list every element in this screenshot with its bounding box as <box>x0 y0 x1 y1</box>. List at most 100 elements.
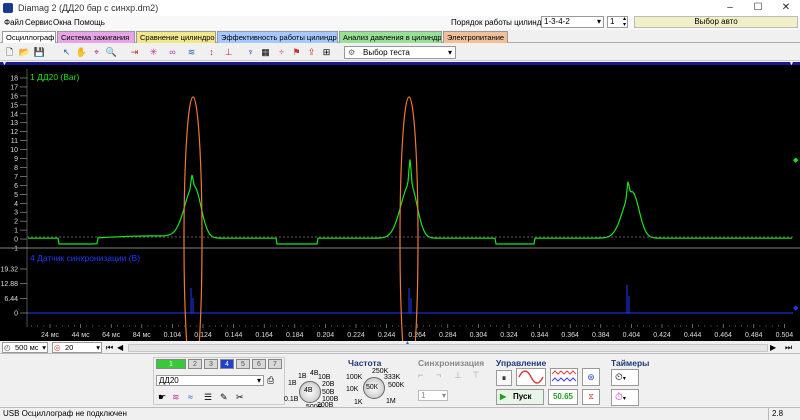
zero-icon[interactable]: ↕ <box>205 46 218 59</box>
tab-power[interactable]: Электропитание <box>443 31 508 43</box>
save-icon[interactable]: 💾 <box>33 46 46 59</box>
x-tick-label: 0.264 <box>408 332 426 339</box>
zero-level-icon[interactable]: ⊥ <box>222 46 235 59</box>
sensor-settings-icon[interactable]: ⎙ <box>267 375 274 386</box>
x-tick-label: 0.104 <box>164 332 182 339</box>
filter-icon[interactable]: ≋ <box>172 392 180 403</box>
test-select[interactable]: ⚙ Выбор теста ▾ <box>344 46 456 59</box>
sensor-name: ДД20 <box>159 376 179 385</box>
export-icon[interactable]: ⇪ <box>305 46 318 59</box>
close-icon[interactable]: ✕ <box>772 1 800 15</box>
cylinder-spin-input[interactable]: 1 ▴ ▾ <box>607 16 628 28</box>
sync-channel-select[interactable]: 1 ▾ <box>418 390 448 401</box>
scroll-right-icon[interactable]: ▶ <box>770 343 776 352</box>
zoom-select[interactable]: ◎ 20 ▾ <box>52 342 102 353</box>
scroll-last-icon[interactable]: ⏭ <box>785 343 792 353</box>
waves-icon[interactable]: ≋ <box>185 46 198 59</box>
frequency-knob[interactable]: 50К 100K 250K 333K 500K 1M 1K 10K <box>346 368 404 408</box>
y-tick-label: 1 <box>14 228 18 235</box>
sync-auto-icon[interactable]: ⊥ <box>454 370 462 381</box>
list-icon[interactable]: ☰ <box>204 392 212 403</box>
channel-button-7[interactable]: 7 <box>268 359 282 369</box>
channel-button-2[interactable]: 2 <box>188 359 202 369</box>
x-tick-label: 0.244 <box>378 332 396 339</box>
y-tick-label: 3 <box>14 210 18 217</box>
y-tick-label: 0 <box>14 237 18 244</box>
tab-pressure-analysis[interactable]: Анализ давления в цилиндре <box>339 31 442 43</box>
menu-windows[interactable]: Окна <box>53 18 72 27</box>
menu-service[interactable]: Сервис <box>25 18 52 27</box>
channel-button-5[interactable]: 5 <box>236 359 250 369</box>
cursor-marker-icon[interactable]: ♆ <box>244 46 257 59</box>
invert-icon[interactable]: ≈ <box>188 392 193 402</box>
cylinder-order-select[interactable]: 1-3-4-2 ▾ <box>541 16 604 28</box>
range-knob[interactable]: 4В 1В 4В 10В 20В 50В 100В 200В 500В 0.1В… <box>284 370 338 411</box>
maximize-icon[interactable]: ☐ <box>744 1 772 15</box>
zoom-value: 20 <box>65 343 74 352</box>
horizontal-scrollbar[interactable] <box>128 344 768 352</box>
window-title: Diamag 2 (ДД20 бар с синхр.dm2) <box>18 3 159 13</box>
scroll-left-icon[interactable]: ◀ <box>117 343 123 352</box>
oscillogram-plot[interactable]: 18 17 16 15 14 13 12 11 10 9 8 7 6 5 4 3 2 1 0 -1 19.32 12.8… <box>0 62 800 342</box>
chevron-down-icon: ▾ <box>256 376 261 385</box>
zoom-icon[interactable]: 🔍 <box>105 46 118 59</box>
flag-icon[interactable]: ⚑ <box>290 46 303 59</box>
select-auto-button[interactable]: Выбор авто <box>634 16 798 28</box>
run-button[interactable]: ▶ Пуск <box>496 389 544 405</box>
y-tick-label: 7 <box>14 174 18 181</box>
tab-oscilloscope[interactable]: Осциллограф <box>2 31 56 43</box>
channel-button-6[interactable]: 6 <box>252 359 266 369</box>
minimize-icon[interactable]: – <box>716 1 744 15</box>
overlay-icon[interactable]: ∞ <box>166 46 179 59</box>
splitter-handle-icon[interactable]: ▴ <box>406 339 409 346</box>
x-tick-label: 84 мс <box>133 332 152 339</box>
y-tick-label: 10 <box>10 147 18 154</box>
svg-text:◆: ◆ <box>793 305 799 312</box>
range-label: 1В <box>288 380 297 387</box>
channel-button-1[interactable]: 1 <box>156 359 186 369</box>
frequency-label: 1M <box>386 398 396 405</box>
menu-file[interactable]: Файл <box>4 18 24 27</box>
cursor-icon[interactable]: ↖ <box>60 46 73 59</box>
x-tick-label: 0.224 <box>347 332 365 339</box>
sync-button-icon[interactable]: ⧖ <box>582 389 600 405</box>
split-icon[interactable]: ÷ <box>275 46 288 59</box>
sine-mode-button[interactable] <box>516 368 546 386</box>
align-icon[interactable]: ⇥ <box>128 46 141 59</box>
x-tick-label: 0.404 <box>623 332 641 339</box>
grid-icon[interactable]: ⊞ <box>320 46 333 59</box>
tools-icon[interactable]: ✂ <box>236 392 244 403</box>
tab-cylinder-efficiency[interactable]: Эффективность работы цилиндров <box>217 31 338 43</box>
timer-2-button[interactable]: ⏱▾ <box>611 389 639 406</box>
brush-icon[interactable]: ✎ <box>220 392 228 403</box>
time-scale-value: 500 мс <box>15 343 39 352</box>
channel1-label: 1 ДД20 (Bar) <box>30 72 79 82</box>
probe-icon[interactable]: ☛ <box>158 392 166 403</box>
table-icon[interactable]: ▦ <box>259 46 272 59</box>
new-file-icon[interactable]: 🗋 <box>3 46 16 59</box>
record-icon[interactable]: ⊛ <box>582 368 600 386</box>
sync-fall-icon[interactable]: ¬ <box>436 370 441 380</box>
open-file-icon[interactable]: 📂 <box>18 46 31 59</box>
channel-button-4[interactable]: 4 <box>220 359 234 369</box>
markers-icon[interactable]: ✳ <box>147 46 160 59</box>
pause-icon[interactable]: ⏸ <box>496 370 512 386</box>
y-tick-label: 18 <box>10 76 18 83</box>
menu-help[interactable]: Помощь <box>74 18 105 27</box>
range-knob-value: 4В <box>304 387 313 394</box>
zoom-region-icon[interactable]: ⌖ <box>90 46 103 59</box>
svg-text:▼: ▼ <box>789 62 794 67</box>
sensor-select[interactable]: ДД20 ▾ <box>156 375 264 386</box>
hand-icon[interactable]: ✋ <box>75 46 88 59</box>
time-scale-select[interactable]: ◴ 500 мс ▾ <box>2 342 48 353</box>
frequency-readout: 50.65 <box>548 389 578 405</box>
multi-wave-button[interactable] <box>550 368 578 386</box>
sync-rise-icon[interactable]: ⌐ <box>418 370 423 380</box>
scroll-first-icon[interactable]: ⏮ <box>106 343 113 353</box>
channel-button-3[interactable]: 3 <box>204 359 218 369</box>
chevron-down-icon: ▾ <box>596 17 601 26</box>
tab-cylinder-compare[interactable]: Сравнение цилиндров <box>136 31 216 43</box>
tab-ignition[interactable]: Система зажигания <box>57 31 135 43</box>
sync-single-icon[interactable]: ⊤ <box>472 370 480 381</box>
timer-1-button[interactable]: ⏲▾ <box>611 369 639 386</box>
